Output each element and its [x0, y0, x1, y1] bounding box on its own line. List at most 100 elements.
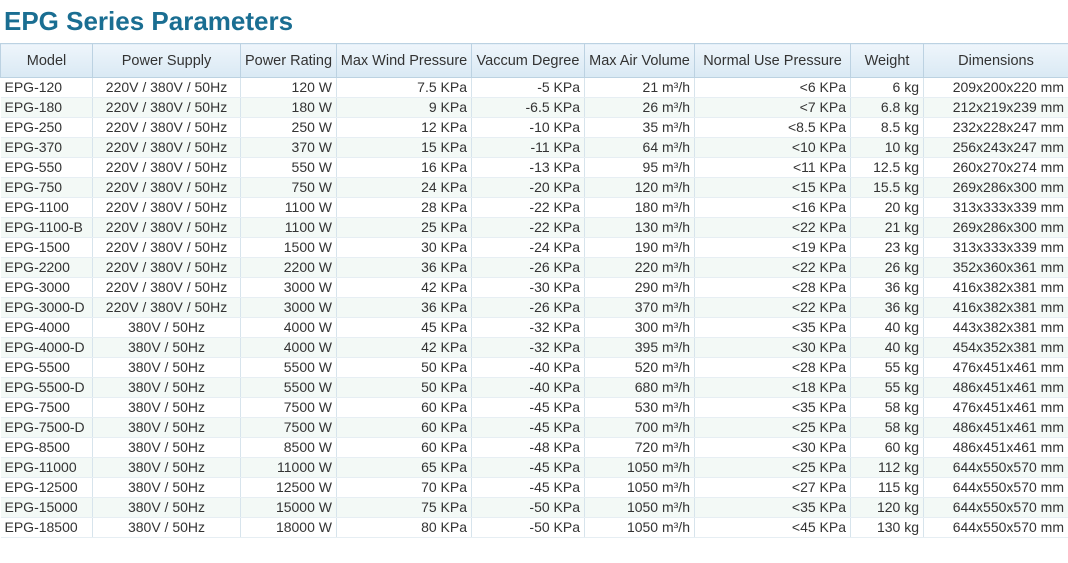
table-row: EPG-3000 220V / 380V / 50Hz 3000 W 42 KPa -3… — [0, 277, 1068, 298]
cell-dimensions: 454x352x381 mm — [923, 337, 1068, 358]
cell-power-supply: 380V / 50Hz — [92, 497, 241, 518]
table-row: EPG-2200 220V / 380V / 50Hz 2200 W 36 KPa -2… — [0, 257, 1068, 278]
cell-max-air-volume: 720 m³/h — [584, 437, 695, 458]
cell-max-wind-pressure: 9 KPa — [336, 97, 472, 118]
table-row: EPG-4000 380V / 50Hz 4000 W 45 KPa -32 KPa 30… — [0, 317, 1068, 338]
cell-power-rating: 250 W — [240, 117, 337, 138]
table-row: EPG-180 220V / 380V / 50Hz 180 W9 KPa -6.5 … — [0, 97, 1068, 118]
cell-dimensions: 644x550x570 mm — [923, 517, 1068, 538]
cell-vaccum-degree: -6.5 KPa — [471, 97, 585, 118]
cell-max-air-volume: 1050 m³/h — [584, 497, 695, 518]
cell-max-wind-pressure: 42 KPa — [336, 277, 472, 298]
table-row: EPG-15000 380V / 50Hz 15000 W 75 KPa -50 KPa… — [0, 497, 1068, 518]
cell-max-air-volume: 1050 m³/h — [584, 457, 695, 478]
table-row: EPG-5500 380V / 50Hz 5500 W 50 KPa -40 KPa 52… — [0, 357, 1068, 378]
cell-power-supply: 380V / 50Hz — [92, 417, 241, 438]
cell-model: EPG-12500 — [0, 477, 93, 498]
table-row: EPG-7500 380V / 50Hz 7500 W 60 KPa -45 KPa 53… — [0, 397, 1068, 418]
cell-normal-use-pressure: <25 KPa — [694, 457, 851, 478]
cell-max-air-volume: 220 m³/h — [584, 257, 695, 278]
cell-power-supply: 220V / 380V / 50Hz — [92, 117, 241, 138]
cell-max-air-volume: 35 m³/h — [584, 117, 695, 138]
cell-max-wind-pressure: 15 KPa — [336, 137, 472, 158]
cell-max-wind-pressure: 36 KPa — [336, 257, 472, 278]
cell-power-supply: 380V / 50Hz — [92, 357, 241, 378]
cell-weight: 6 kg — [850, 77, 924, 98]
table-row: EPG-12500 380V / 50Hz 12500 W 70 KPa -45 KPa… — [0, 477, 1068, 498]
table-row: EPG-8500 380V / 50Hz 8500 W 60 KPa -48 KPa 72… — [0, 437, 1068, 458]
cell-max-wind-pressure: 80 KPa — [336, 517, 472, 538]
cell-model: EPG-250 — [0, 117, 93, 138]
cell-vaccum-degree: -50 KPa — [471, 517, 585, 538]
cell-vaccum-degree: -45 KPa — [471, 417, 585, 438]
cell-weight: 40 kg — [850, 317, 924, 338]
cell-vaccum-degree: -45 KPa — [471, 397, 585, 418]
cell-weight: 6.8 kg — [850, 97, 924, 118]
cell-normal-use-pressure: <30 KPa — [694, 437, 851, 458]
cell-model: EPG-1100-B — [0, 217, 93, 238]
cell-power-rating: 7500 W — [240, 397, 337, 418]
table-row: EPG-11000 380V / 50Hz 11000 W 65 KPa -45 KPa… — [0, 457, 1068, 478]
table-row: EPG-750 220V / 380V / 50Hz 750 W 24 KPa -20 … — [0, 177, 1068, 198]
cell-power-rating: 5500 W — [240, 357, 337, 378]
cell-dimensions: 212x219x239 mm — [923, 97, 1068, 118]
table-row: EPG-1100 220V / 380V / 50Hz 1100 W 28 KPa -2… — [0, 197, 1068, 218]
cell-vaccum-degree: -22 KPa — [471, 217, 585, 238]
cell-max-air-volume: 395 m³/h — [584, 337, 695, 358]
cell-model: EPG-3000-D — [0, 297, 93, 318]
cell-weight: 23 kg — [850, 237, 924, 258]
cell-power-rating: 4000 W — [240, 337, 337, 358]
cell-normal-use-pressure: <28 KPa — [694, 277, 851, 298]
cell-vaccum-degree: -26 KPa — [471, 257, 585, 278]
cell-normal-use-pressure: <10 KPa — [694, 137, 851, 158]
cell-weight: 58 kg — [850, 397, 924, 418]
cell-model: EPG-5500-D — [0, 377, 93, 398]
cell-normal-use-pressure: <25 KPa — [694, 417, 851, 438]
cell-max-wind-pressure: 60 KPa — [336, 417, 472, 438]
cell-vaccum-degree: -22 KPa — [471, 197, 585, 218]
cell-dimensions: 313x333x339 mm — [923, 197, 1068, 218]
cell-normal-use-pressure: <45 KPa — [694, 517, 851, 538]
cell-max-air-volume: 64 m³/h — [584, 137, 695, 158]
header-max-air-volume: Max Air Volume — [584, 43, 695, 78]
cell-power-supply: 220V / 380V / 50Hz — [92, 197, 241, 218]
cell-max-air-volume: 700 m³/h — [584, 417, 695, 438]
cell-vaccum-degree: -48 KPa — [471, 437, 585, 458]
cell-max-air-volume: 530 m³/h — [584, 397, 695, 418]
cell-model: EPG-2200 — [0, 257, 93, 278]
header-max-wind-pressure: Max Wind Pressure — [336, 43, 472, 78]
cell-power-supply: 380V / 50Hz — [92, 477, 241, 498]
cell-normal-use-pressure: <28 KPa — [694, 357, 851, 378]
cell-power-rating: 3000 W — [240, 277, 337, 298]
cell-vaccum-degree: -20 KPa — [471, 177, 585, 198]
cell-max-wind-pressure: 50 KPa — [336, 377, 472, 398]
cell-vaccum-degree: -40 KPa — [471, 377, 585, 398]
cell-model: EPG-370 — [0, 137, 93, 158]
cell-power-supply: 380V / 50Hz — [92, 377, 241, 398]
cell-weight: 21 kg — [850, 217, 924, 238]
cell-weight: 40 kg — [850, 337, 924, 358]
cell-dimensions: 313x333x339 mm — [923, 237, 1068, 258]
cell-weight: 15.5 kg — [850, 177, 924, 198]
table-row: EPG-18500 380V / 50Hz 18000 W 80 KPa -50 KPa… — [0, 517, 1068, 538]
cell-model: EPG-4000 — [0, 317, 93, 338]
cell-power-rating: 12500 W — [240, 477, 337, 498]
cell-power-supply: 380V / 50Hz — [92, 337, 241, 358]
table-row: EPG-3000-D 220V / 380V / 50Hz 3000 W 36 KPa… — [0, 297, 1068, 318]
header-power-rating: Power Rating — [240, 43, 337, 78]
cell-dimensions: 260x270x274 mm — [923, 157, 1068, 178]
cell-weight: 36 kg — [850, 277, 924, 298]
cell-max-air-volume: 520 m³/h — [584, 357, 695, 378]
cell-normal-use-pressure: <19 KPa — [694, 237, 851, 258]
cell-normal-use-pressure: <16 KPa — [694, 197, 851, 218]
cell-dimensions: 644x550x570 mm — [923, 477, 1068, 498]
cell-power-rating: 11000 W — [240, 457, 337, 478]
cell-power-supply: 220V / 380V / 50Hz — [92, 177, 241, 198]
header-normal-use-pressure: Normal Use Pressure — [694, 43, 851, 78]
cell-model: EPG-120 — [0, 77, 93, 98]
cell-normal-use-pressure: <22 KPa — [694, 297, 851, 318]
cell-dimensions: 416x382x381 mm — [923, 277, 1068, 298]
cell-max-wind-pressure: 7.5 KPa — [336, 77, 472, 98]
cell-dimensions: 256x243x247 mm — [923, 137, 1068, 158]
table-row: EPG-5500-D 380V / 50Hz 5500 W 50 KPa -40 KPa… — [0, 377, 1068, 398]
